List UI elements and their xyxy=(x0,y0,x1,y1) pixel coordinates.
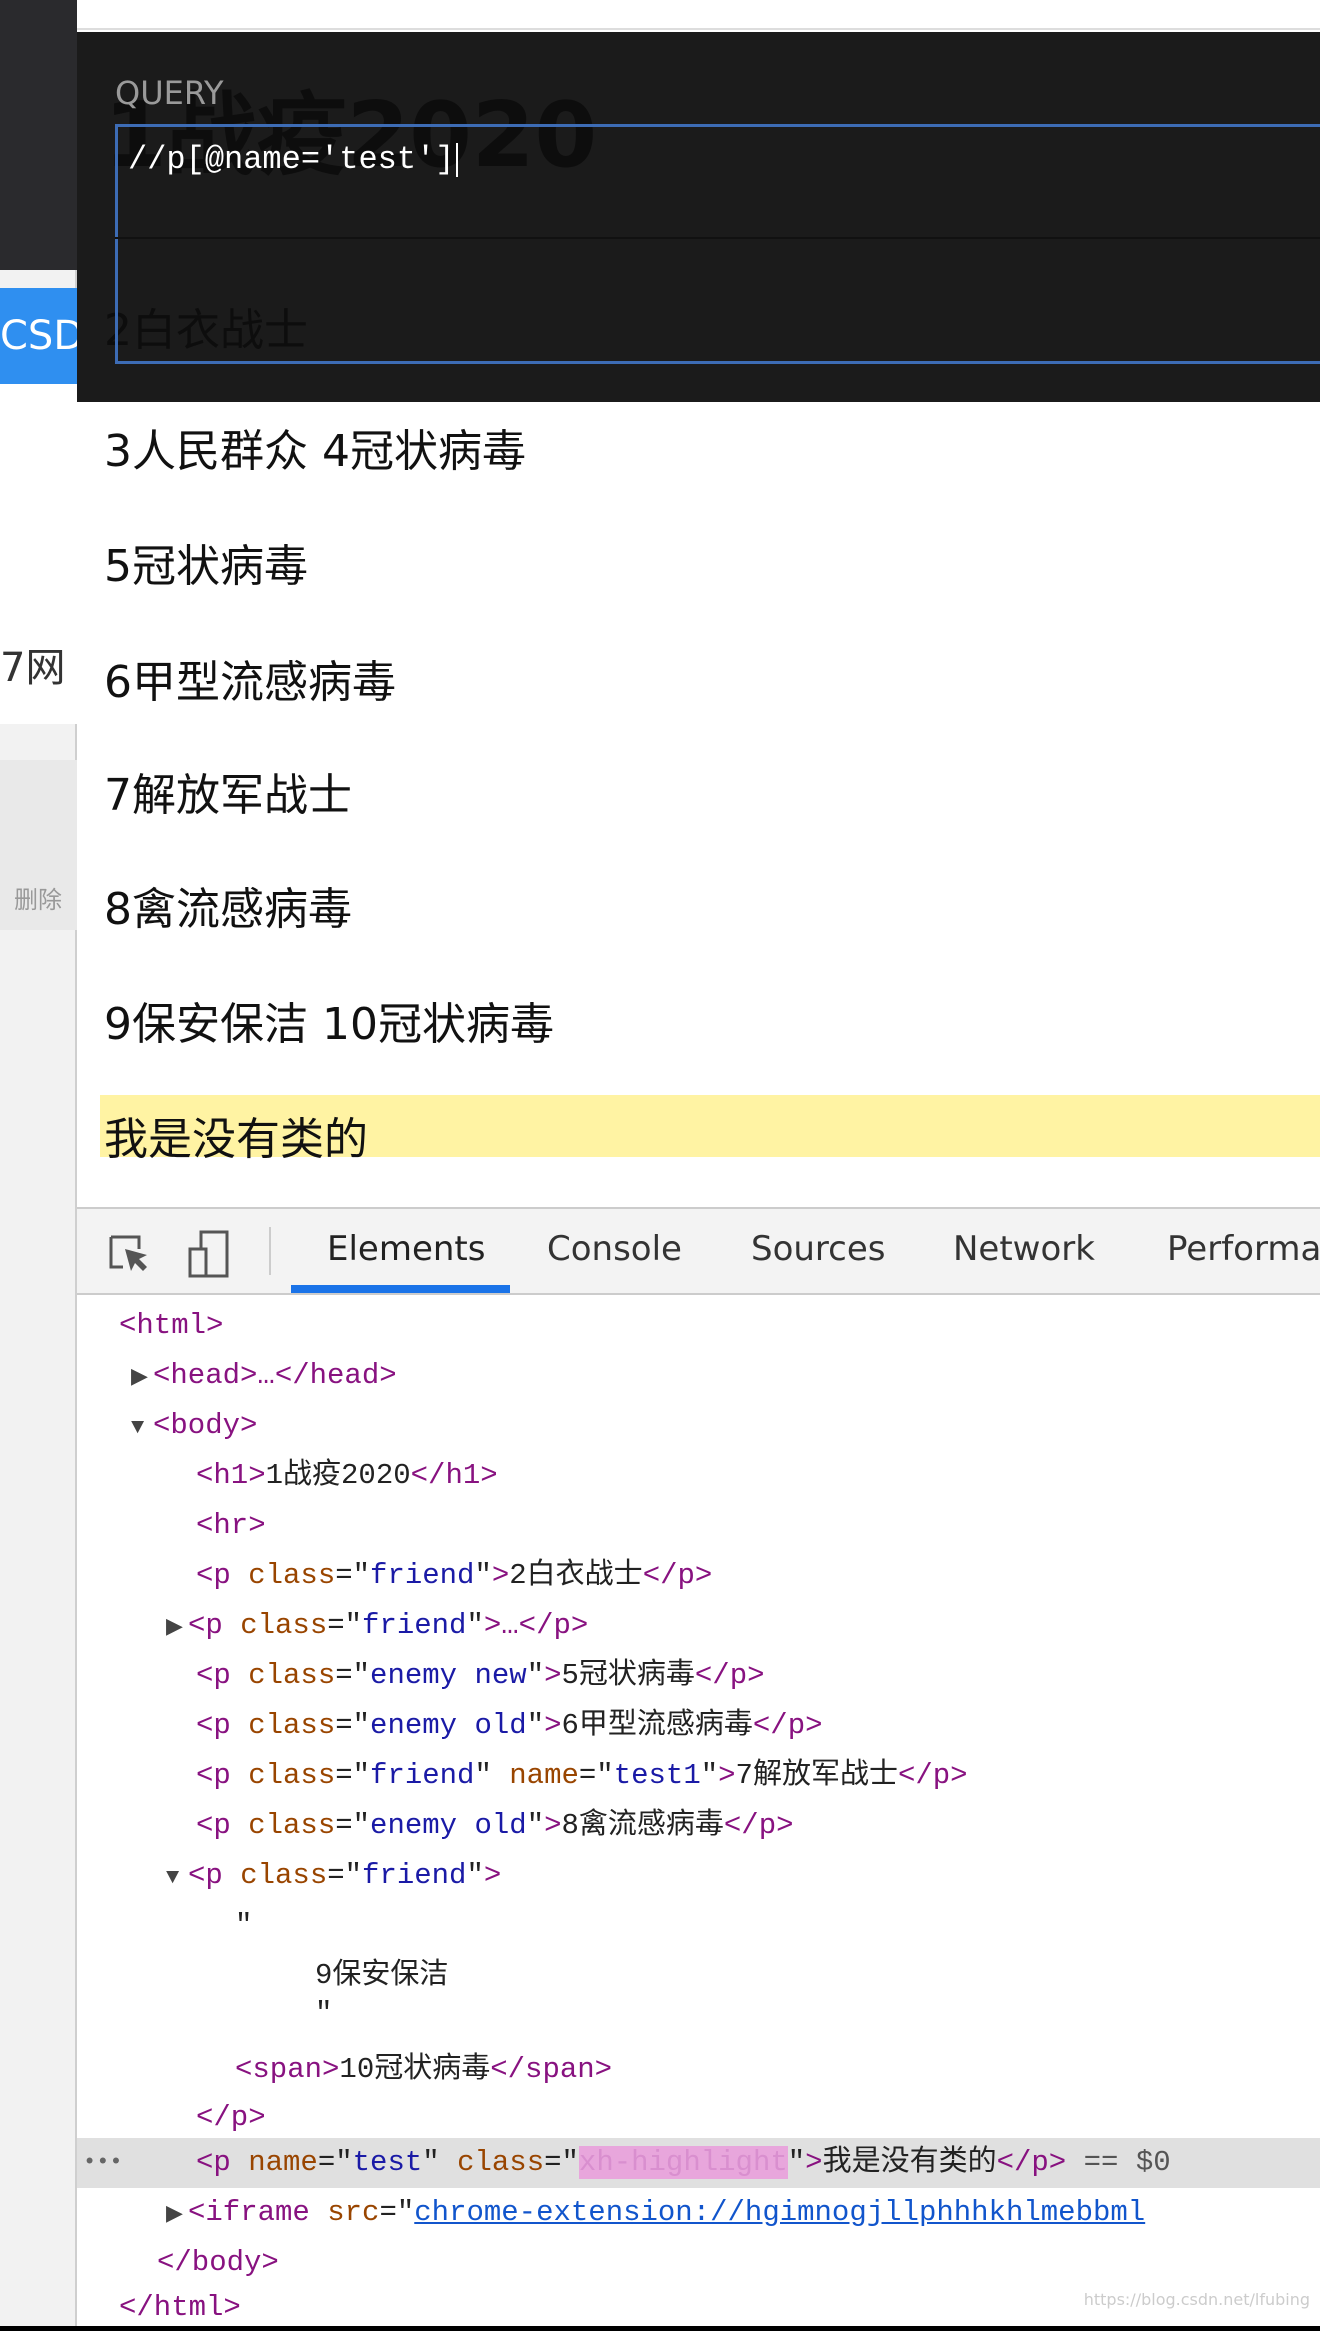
devtools-toolbar: Elements Console Sources Network Perform… xyxy=(77,1209,1320,1295)
attr-value: friend xyxy=(370,1559,475,1592)
text-node-quote: " xyxy=(235,1909,253,1942)
tab-network[interactable]: Network xyxy=(953,1229,1095,1269)
dom-node-html[interactable]: <html> xyxy=(77,1301,1320,1351)
page-paragraph: 7解放军战士 xyxy=(104,770,352,821)
page-paragraph: 6甲型流感病毒 xyxy=(104,657,396,708)
page-paragraph: 9保安保洁 10冠状病毒 xyxy=(104,999,554,1050)
node-text: 5冠状病毒 xyxy=(561,1659,695,1692)
query-label: QUERY xyxy=(115,74,224,112)
query-input[interactable]: //p[@name='test'] xyxy=(115,124,1320,364)
dom-node-iframe[interactable]: ▶ <iframe src="chrome-extension://hgimnog… xyxy=(77,2188,1320,2238)
dom-node-p[interactable]: <p class="enemy old">8禽流感病毒</p> xyxy=(77,1801,1320,1851)
devtools-panel: Elements Console Sources Network Perform… xyxy=(77,1207,1320,2326)
expand-arrow-icon[interactable]: ▶ xyxy=(166,1603,188,1653)
background-tab: CSD xyxy=(0,288,77,384)
xpath-helper-overlay: 1战疫2020 2白衣战士 QUERY //p[@name='test'] xyxy=(77,32,1320,402)
node-text: 6甲型流感病毒 xyxy=(561,1709,753,1742)
active-tab-indicator xyxy=(291,1285,510,1293)
collapse-arrow-icon[interactable]: ▼ xyxy=(166,1853,188,1903)
node-text: 10冠状病毒 xyxy=(339,2053,491,2086)
expand-arrow-icon[interactable]: ▶ xyxy=(131,1353,153,1403)
dom-node-selected[interactable]: ••• <p name="test" class="xh-highlight">我… xyxy=(77,2138,1320,2188)
highlighted-paragraph: 我是没有类的 xyxy=(104,1114,368,1165)
collapse-arrow-icon[interactable]: ▼ xyxy=(131,1403,153,1453)
console-ref: == $0 xyxy=(1083,2146,1171,2179)
page-paragraph: 8禽流感病毒 xyxy=(104,884,352,935)
dom-node-p-close: </p> xyxy=(196,2101,266,2134)
divider xyxy=(115,237,1320,239)
dom-node-p[interactable]: <p class="enemy old">6甲型流感病毒</p> xyxy=(77,1701,1320,1751)
tag: <html> xyxy=(119,1309,224,1342)
watermark: https://blog.csdn.net/lfubing xyxy=(1083,2290,1310,2309)
attr-value: friend xyxy=(362,1609,467,1642)
attr-value: friend xyxy=(370,1759,475,1792)
tab-sources[interactable]: Sources xyxy=(751,1229,886,1269)
tab-console[interactable]: Console xyxy=(547,1229,682,1269)
dom-node-body-close: </body> xyxy=(157,2246,279,2279)
inspect-element-icon[interactable] xyxy=(107,1233,151,1277)
dom-node-p[interactable]: <p class="friend" name="test1">7解放军战士</p… xyxy=(77,1751,1320,1801)
tab-elements[interactable]: Elements xyxy=(327,1229,485,1269)
dom-node-p[interactable]: <p class="enemy new">5冠状病毒</p> xyxy=(77,1651,1320,1701)
node-text: 2白衣战士 xyxy=(509,1559,643,1592)
device-toolbar-icon[interactable] xyxy=(187,1229,231,1279)
page-paragraph: 3人民群众 4冠状病毒 xyxy=(104,426,526,477)
text-node-quote: " xyxy=(315,1997,333,2030)
node-text: 1战疫2020 xyxy=(265,1459,411,1492)
tag: <body> xyxy=(153,1409,258,1442)
attr-value: enemy old xyxy=(370,1809,527,1842)
attr-value: test1 xyxy=(613,1759,701,1792)
dom-node-head[interactable]: ▶ <head>…</head> xyxy=(77,1351,1320,1401)
more-options-icon[interactable]: ••• xyxy=(83,2138,123,2188)
dom-node-hr[interactable]: <hr> xyxy=(77,1501,1320,1551)
tag: <head>…</head> xyxy=(153,1359,397,1392)
dom-node-h1[interactable]: <h1>1战疫2020</h1> xyxy=(77,1451,1320,1501)
background-text: 7网 xyxy=(0,645,66,691)
iframe-src-link[interactable]: chrome-extension://hgimnogjllphhhkhlmebb… xyxy=(414,2196,1145,2229)
attr-value-highlight: xh-highlight xyxy=(578,2146,788,2179)
bookmarks-bar xyxy=(77,0,1320,30)
tab-performance[interactable]: Performan xyxy=(1167,1229,1320,1269)
bottom-border xyxy=(0,2326,1320,2331)
dom-node-span[interactable]: <span>10冠状病毒</span> xyxy=(77,2045,1320,2095)
toolbar-separator xyxy=(269,1227,271,1275)
expand-arrow-icon[interactable]: ▶ xyxy=(166,2190,188,2240)
attr-value: test xyxy=(352,2146,423,2179)
dom-node-p-expanded[interactable]: ▼ <p class="friend"> xyxy=(77,1851,1320,1901)
background-delete-button: 删除 xyxy=(14,886,62,914)
query-value[interactable]: //p[@name='test'] xyxy=(128,141,458,178)
node-text: 8禽流感病毒 xyxy=(561,1809,724,1842)
node-text: 我是没有类的 xyxy=(822,2146,997,2179)
attr-value: friend xyxy=(362,1859,467,1892)
background-window-dark-area xyxy=(0,0,77,270)
attr-value: enemy old xyxy=(370,1709,527,1742)
attr-value: enemy new xyxy=(370,1659,527,1692)
dom-node-p-collapsed[interactable]: ▶ <p class="friend">…</p> xyxy=(77,1601,1320,1651)
dom-node-p[interactable]: <p class="friend">2白衣战士</p> xyxy=(77,1551,1320,1601)
page-paragraph: 5冠状病毒 xyxy=(104,541,308,592)
dom-node-body[interactable]: ▼ <body> xyxy=(77,1401,1320,1451)
node-text: 7解放军战士 xyxy=(735,1759,898,1792)
